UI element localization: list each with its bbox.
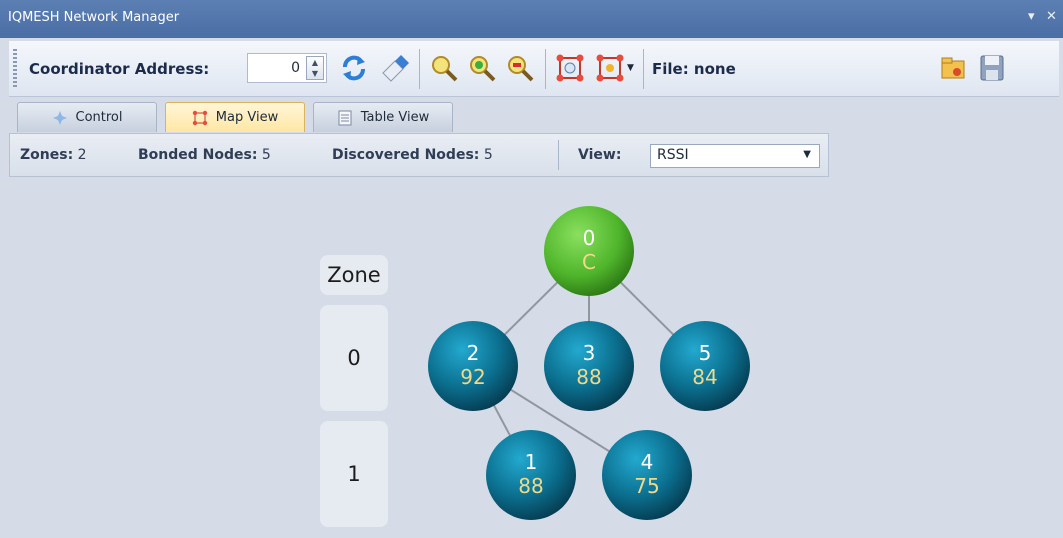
network-manager-window: IQMESH Network Manager ▾ ✕ Coordinator A… bbox=[0, 0, 1063, 538]
view-label-text: View: bbox=[578, 147, 622, 163]
node-rssi-value: 88 bbox=[518, 474, 543, 498]
toolbar-separator bbox=[419, 49, 420, 89]
zoom-fit-icon[interactable] bbox=[427, 51, 461, 85]
network-scan-icon[interactable] bbox=[553, 51, 587, 85]
open-folder-icon[interactable] bbox=[937, 51, 971, 85]
network-summary-bar: Zones: 2 Bonded Nodes: 5 Discovered Node… bbox=[9, 133, 829, 177]
network-options-icon[interactable] bbox=[593, 51, 627, 85]
toolbar-separator bbox=[643, 49, 644, 89]
node-rssi-value: 75 bbox=[634, 474, 659, 498]
network-node[interactable]: 188 bbox=[486, 430, 576, 520]
info-separator bbox=[558, 140, 559, 170]
node-rssi-value: 84 bbox=[692, 365, 717, 389]
chevron-down-icon: ▼ bbox=[803, 149, 811, 160]
node-address: 5 bbox=[699, 341, 712, 365]
map-view-icon bbox=[192, 110, 207, 125]
refresh-icon[interactable] bbox=[337, 51, 371, 85]
network-node[interactable]: 475 bbox=[602, 430, 692, 520]
toolbar-separator bbox=[545, 49, 546, 89]
network-node[interactable]: 292 bbox=[428, 321, 518, 411]
tab-control-label: Control bbox=[75, 110, 123, 125]
zones-value: 2 bbox=[77, 147, 87, 163]
zones-label: Zones: bbox=[20, 147, 74, 163]
title-bar: IQMESH Network Manager ▾ ✕ bbox=[0, 0, 1063, 38]
view-select-value: RSSI bbox=[657, 147, 689, 163]
coordinator-node[interactable]: 0C bbox=[544, 206, 634, 296]
view-tabs: Control Map View Table View bbox=[9, 99, 1059, 132]
network-node[interactable]: 584 bbox=[660, 321, 750, 411]
close-icon[interactable]: ✕ bbox=[1046, 9, 1057, 25]
zoom-out-icon[interactable] bbox=[503, 51, 537, 85]
control-icon bbox=[52, 110, 67, 125]
stepper-arrows-icon[interactable]: ▲ ▼ bbox=[306, 56, 324, 80]
network-node[interactable]: 388 bbox=[544, 321, 634, 411]
coordinator-address-label: Coordinator Address: bbox=[29, 60, 210, 78]
tab-table-view-label: Table View bbox=[360, 110, 430, 125]
node-address: 1 bbox=[525, 450, 538, 474]
discovered-nodes-count: Discovered Nodes: 5 bbox=[332, 147, 493, 163]
bonded-nodes-label: Bonded Nodes: bbox=[138, 147, 258, 163]
table-view-icon bbox=[338, 110, 352, 125]
node-address: 0 bbox=[583, 226, 596, 250]
bonded-nodes-count: Bonded Nodes: 5 bbox=[138, 147, 271, 163]
view-label: View: bbox=[578, 147, 621, 163]
pin-icon[interactable]: ▾ bbox=[1028, 9, 1035, 25]
dropdown-arrow-icon[interactable]: ▼ bbox=[627, 63, 634, 73]
coordinator-address-value: 0 bbox=[291, 60, 300, 76]
node-address: 4 bbox=[641, 450, 654, 474]
tab-map-view-label: Map View bbox=[215, 110, 279, 125]
coordinator-address-stepper[interactable]: 0 ▲ ▼ bbox=[247, 53, 327, 83]
discovered-nodes-label: Discovered Nodes: bbox=[332, 147, 480, 163]
tab-control[interactable]: Control bbox=[17, 102, 157, 132]
node-address: 2 bbox=[467, 341, 480, 365]
bonded-nodes-value: 5 bbox=[261, 147, 271, 163]
save-icon[interactable] bbox=[975, 51, 1009, 85]
toolbar-grip[interactable] bbox=[13, 49, 17, 89]
zones-count: Zones: 2 bbox=[20, 147, 87, 163]
tab-table-view[interactable]: Table View bbox=[313, 102, 453, 132]
zoom-in-icon[interactable] bbox=[465, 51, 499, 85]
node-rssi-value: 92 bbox=[460, 365, 485, 389]
tab-map-view[interactable]: Map View bbox=[165, 102, 305, 132]
network-map: Zone 0 1 0 C 2 92 3 88 5 84 1 88 4 75 bbox=[9, 181, 1059, 538]
discovered-nodes-value: 5 bbox=[483, 147, 493, 163]
node-graph: 0C292388584188475 bbox=[428, 206, 750, 520]
file-label: File: none bbox=[652, 60, 736, 78]
eraser-icon[interactable] bbox=[377, 51, 411, 85]
node-address: 3 bbox=[583, 341, 596, 365]
toolbar: Coordinator Address: 0 ▲ ▼ ▼ File: none bbox=[9, 41, 1059, 97]
node-rssi-value: 88 bbox=[576, 365, 601, 389]
window-title: IQMESH Network Manager bbox=[8, 10, 180, 25]
view-select[interactable]: RSSI ▼ bbox=[650, 144, 820, 168]
node-rssi-value: C bbox=[582, 250, 596, 274]
